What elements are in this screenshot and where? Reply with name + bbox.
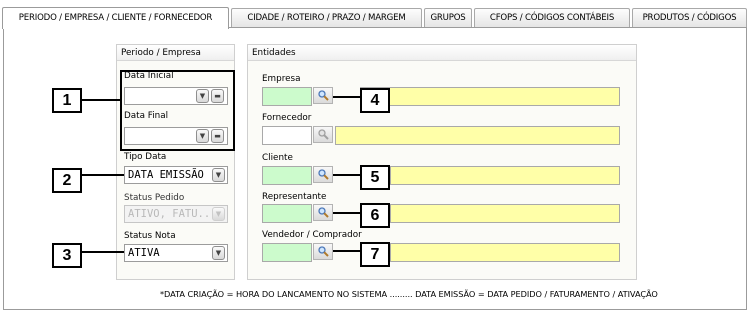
tab-produtos[interactable]: PRODUTOS / CÓDIGOS bbox=[632, 8, 747, 28]
callout-3-line bbox=[81, 251, 124, 253]
tab-bar: PERIODO / EMPRESA / CLIENTE / FORNECEDOR… bbox=[2, 7, 748, 29]
callout-7: 7 bbox=[360, 242, 390, 267]
cliente-label: Cliente bbox=[262, 153, 293, 163]
callout-6: 6 bbox=[360, 203, 390, 228]
tab-cidade-roteiro[interactable]: CIDADE / ROTEIRO / PRAZO / MARGEM bbox=[231, 8, 422, 28]
status-nota-label: Status Nota bbox=[124, 231, 176, 241]
magnifier-icon bbox=[318, 207, 329, 218]
status-nota-value: ATIVA bbox=[128, 247, 160, 259]
status-nota-select[interactable]: ATIVA ▼ bbox=[124, 244, 228, 262]
callout-1-bracket bbox=[120, 70, 235, 151]
tipo-data-label: Tipo Data bbox=[124, 152, 167, 162]
status-pedido-value: ATIVO, FATU... bbox=[128, 208, 212, 220]
fornecedor-search-button[interactable] bbox=[313, 126, 333, 143]
magnifier-icon bbox=[318, 129, 329, 140]
empresa-code-input[interactable] bbox=[262, 87, 312, 106]
callout-5: 5 bbox=[360, 165, 390, 190]
tipo-data-select[interactable]: DATA EMISSÃO ▼ bbox=[124, 166, 228, 184]
chevron-down-icon[interactable]: ▼ bbox=[212, 168, 225, 182]
vendedor-label: Vendedor / Comprador bbox=[262, 230, 362, 240]
representante-code-input[interactable] bbox=[262, 204, 312, 223]
empresa-name-input[interactable] bbox=[360, 87, 620, 106]
status-pedido-select: ATIVO, FATU... ▼ bbox=[124, 205, 228, 223]
callout-7-line bbox=[333, 250, 360, 252]
representante-label: Representante bbox=[262, 192, 327, 202]
empresa-search-button[interactable] bbox=[313, 87, 333, 104]
status-pedido-label: Status Pedido bbox=[124, 193, 185, 203]
fornecedor-code-input[interactable] bbox=[262, 126, 312, 145]
representante-search-button[interactable] bbox=[313, 204, 333, 221]
cliente-search-button[interactable] bbox=[313, 166, 333, 183]
fornecedor-label: Fornecedor bbox=[262, 113, 312, 123]
callout-4-line bbox=[333, 96, 360, 98]
callout-5-line bbox=[333, 174, 360, 176]
empresa-label: Empresa bbox=[262, 74, 301, 84]
magnifier-icon bbox=[318, 169, 329, 180]
magnifier-icon bbox=[318, 246, 329, 257]
callout-1-line bbox=[81, 99, 121, 101]
fornecedor-name-input[interactable] bbox=[335, 126, 620, 145]
callout-2-line bbox=[81, 174, 124, 176]
callout-6-line bbox=[333, 212, 360, 214]
tab-periodo-empresa[interactable]: PERIODO / EMPRESA / CLIENTE / FORNECEDOR bbox=[2, 7, 229, 29]
callout-3: 3 bbox=[52, 243, 82, 268]
tab-cfops[interactable]: CFOPS / CÓDIGOS CONTÁBEIS bbox=[474, 8, 630, 28]
entidades-group-title: Entidades bbox=[248, 45, 636, 61]
cliente-name-input[interactable] bbox=[390, 166, 620, 185]
chevron-down-icon: ▼ bbox=[212, 207, 225, 221]
vendedor-search-button[interactable] bbox=[313, 243, 333, 260]
vendedor-name-input[interactable] bbox=[390, 243, 620, 262]
cliente-code-input[interactable] bbox=[262, 166, 312, 185]
representante-name-input[interactable] bbox=[390, 204, 620, 223]
tipo-data-value: DATA EMISSÃO bbox=[128, 169, 204, 181]
callout-1: 1 bbox=[52, 88, 82, 113]
chevron-down-icon[interactable]: ▼ bbox=[212, 246, 225, 260]
callout-2: 2 bbox=[52, 168, 82, 193]
footnote: *DATA CRIAÇÃO = HORA DO LANCAMENTO NO SI… bbox=[160, 289, 658, 299]
tab-grupos[interactable]: GRUPOS bbox=[424, 8, 472, 28]
magnifier-icon bbox=[318, 90, 329, 101]
callout-4: 4 bbox=[360, 88, 390, 113]
periodo-group-title: Periodo / Empresa bbox=[117, 45, 234, 61]
vendedor-code-input[interactable] bbox=[262, 243, 312, 262]
